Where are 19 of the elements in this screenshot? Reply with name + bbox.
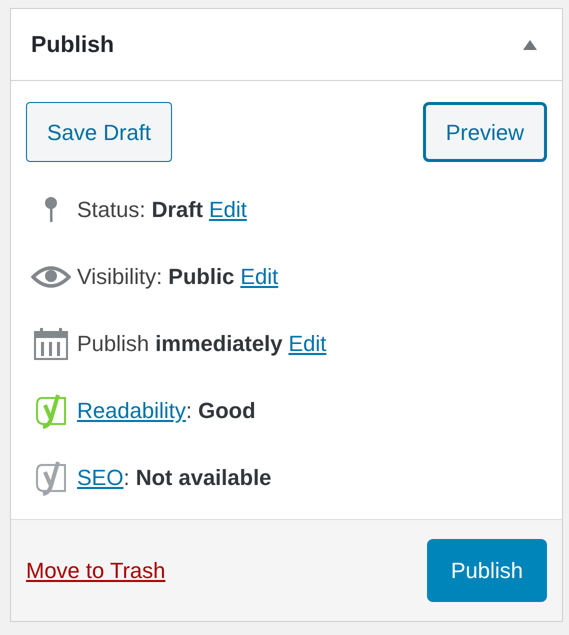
- pin-icon: [44, 196, 58, 222]
- status-text: SEO: Not available: [77, 464, 272, 492]
- calendar-icon: [34, 328, 68, 360]
- save-draft-button[interactable]: Save Draft: [26, 102, 172, 162]
- link[interactable]: Edit: [208, 197, 247, 222]
- publish-button[interactable]: Publish: [426, 539, 547, 602]
- status-text: Publish immediately Edit: [77, 330, 326, 358]
- move-to-trash-link[interactable]: Move to Trash: [26, 554, 166, 587]
- status-text: Visibility: Public Edit: [77, 263, 278, 291]
- link[interactable]: Edit: [288, 331, 326, 356]
- panel-title: Publish: [31, 30, 114, 60]
- link[interactable]: SEO: [77, 465, 124, 490]
- status-text: Readability: Good: [77, 397, 256, 425]
- status-text: Status: Draft Edit: [77, 196, 247, 224]
- eye-icon: [31, 264, 71, 288]
- preview-button[interactable]: Preview: [422, 102, 547, 162]
- caret-icon: [522, 38, 538, 50]
- link[interactable]: Readability: [77, 398, 186, 423]
- link[interactable]: Edit: [240, 264, 278, 289]
